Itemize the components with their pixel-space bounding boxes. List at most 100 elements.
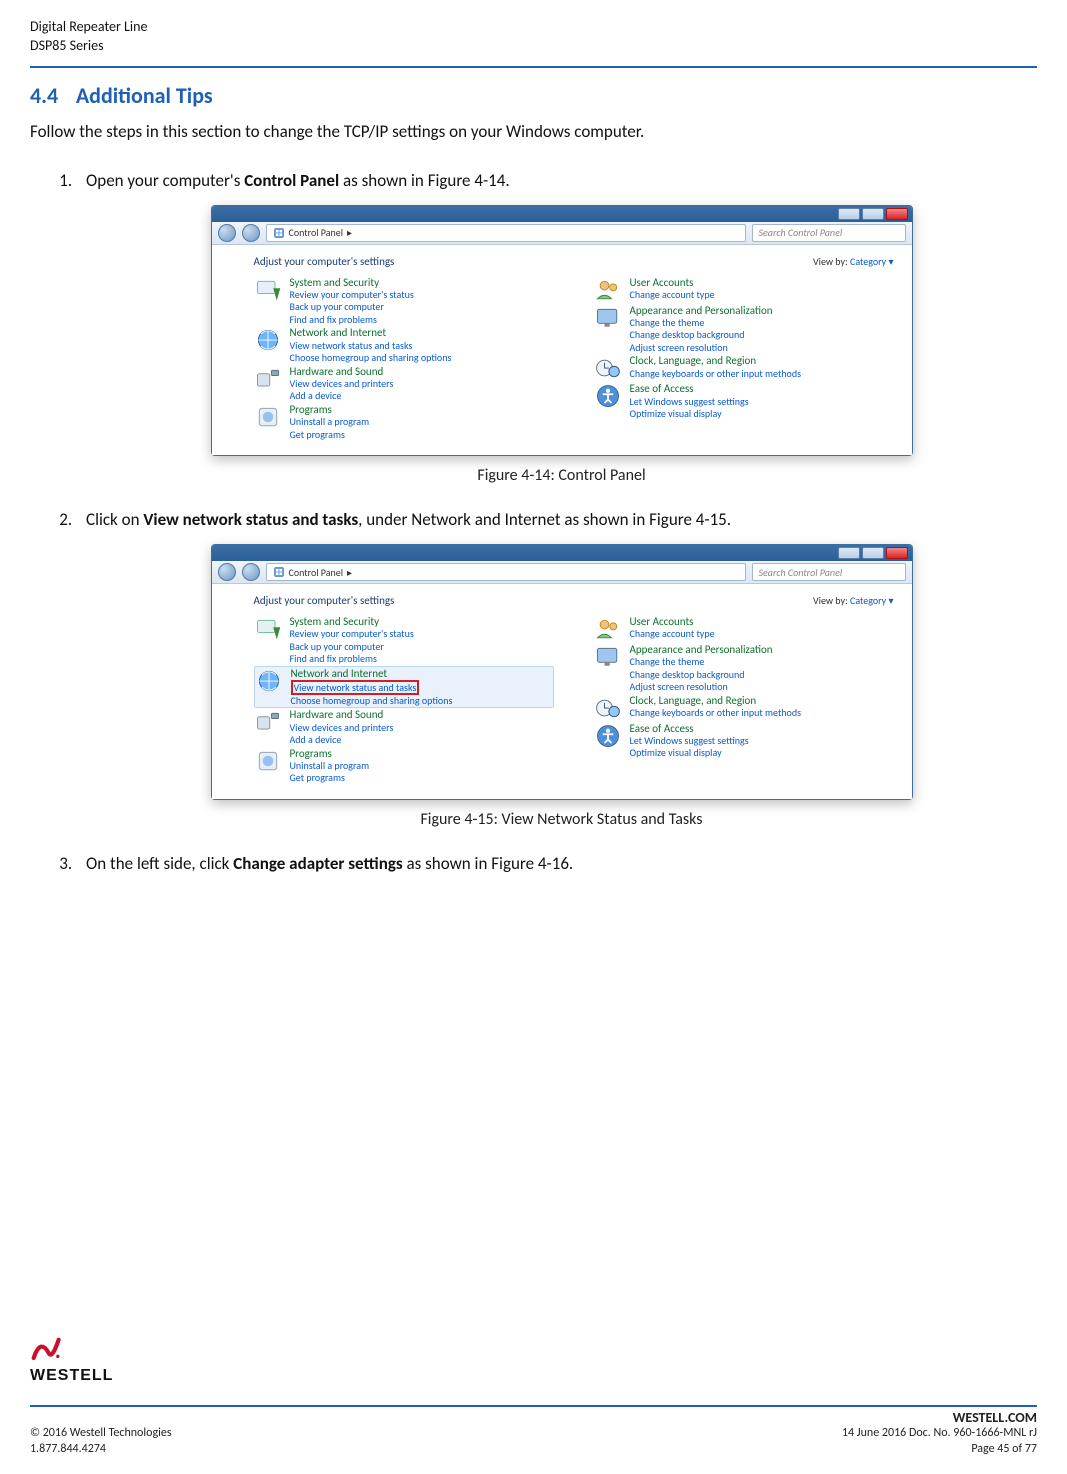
section-title: Additional Tips <box>76 82 213 109</box>
cp-head[interactable]: Ease of Access <box>630 722 749 735</box>
footer-copyright: © 2016 Westell Technologies <box>30 1426 172 1440</box>
ease-of-access-icon <box>594 382 622 410</box>
cp-head[interactable]: System and Security <box>290 276 414 289</box>
cp-sub[interactable]: Change account type <box>630 628 715 641</box>
hardware-sound-icon <box>254 708 282 736</box>
window-minimize-button[interactable] <box>838 547 860 559</box>
cp-head[interactable]: User Accounts <box>630 276 715 289</box>
page-footer: WESTELL © 2016 Westell Technologies WEST… <box>30 1369 1037 1456</box>
step-2: Click on View network status and tasks, … <box>76 509 1037 829</box>
cp-sub[interactable]: Change account type <box>630 289 715 302</box>
user-accounts-icon <box>594 276 622 304</box>
cp-head[interactable]: Network and Internet <box>290 326 452 339</box>
figure-4-14-caption: Figure 4-14: Control Panel <box>477 466 645 485</box>
cp-item-clock-language: Clock, Language, and Region Change keybo… <box>594 694 894 722</box>
breadcrumb-sep-icon: ▸ <box>347 566 352 579</box>
window-address-bar: Control Panel ▸ Search Control Panel <box>212 561 912 584</box>
nav-back-button[interactable] <box>218 563 236 581</box>
cp-head[interactable]: Clock, Language, and Region <box>630 354 801 367</box>
window-maximize-button[interactable] <box>862 208 884 220</box>
cp-sub[interactable]: Choose homegroup and sharing options <box>290 352 452 365</box>
step-1-post: as shown in Figure 4-14. <box>339 170 510 191</box>
breadcrumb[interactable]: Control Panel ▸ <box>266 224 746 242</box>
cp-item-programs: Programs Uninstall a program Get program… <box>254 403 554 441</box>
doc-header-line1: Digital Repeater Line <box>30 18 1037 37</box>
cp-item-system-security: System and Security Review your computer… <box>254 276 554 327</box>
cp-sub[interactable]: Change the theme <box>630 656 773 669</box>
nav-forward-button[interactable] <box>242 563 260 581</box>
cp-head[interactable]: Hardware and Sound <box>290 708 394 721</box>
programs-icon <box>254 747 282 775</box>
footer-phone: 1.877.844.4274 <box>30 1442 106 1456</box>
cp-sub[interactable]: Optimize visual display <box>630 747 749 760</box>
cp-sub[interactable]: Choose homegroup and sharing options <box>291 695 453 708</box>
step-1-pre: Open your computer's <box>86 170 244 191</box>
cp-item-appearance: Appearance and Personalization Change th… <box>594 643 894 694</box>
cp-head[interactable]: Clock, Language, and Region <box>630 694 801 707</box>
appearance-icon <box>594 643 622 671</box>
cp-sub[interactable]: Find and fix problems <box>290 653 414 666</box>
step-2-pre: Click on <box>86 509 143 530</box>
cp-item-hardware-sound: Hardware and Sound View devices and prin… <box>254 708 554 746</box>
cp-sub[interactable]: Adjust screen resolution <box>630 681 773 694</box>
cp-item-ease-of-access: Ease of Access Let Windows suggest setti… <box>594 722 894 760</box>
view-by-label: View by: <box>813 594 848 607</box>
section-intro: Follow the steps in this section to chan… <box>30 121 1037 142</box>
cp-head[interactable]: Hardware and Sound <box>290 365 394 378</box>
cp-head[interactable]: Ease of Access <box>630 382 749 395</box>
user-accounts-icon <box>594 615 622 643</box>
cp-sub[interactable]: Adjust screen resolution <box>630 342 773 355</box>
view-by-dropdown[interactable]: Category ▾ <box>850 255 894 268</box>
search-input[interactable]: Search Control Panel <box>752 224 906 242</box>
cp-sub[interactable]: Change keyboards or other input methods <box>630 707 801 720</box>
cp-sub[interactable]: Get programs <box>290 772 370 785</box>
window-titlebar <box>212 206 912 222</box>
cp-sub-highlighted[interactable]: View network status and tasks <box>291 680 453 695</box>
cp-sub[interactable]: Add a device <box>290 390 394 403</box>
cp-sub[interactable]: Uninstall a program <box>290 416 370 429</box>
cp-head[interactable]: Network and Internet <box>291 667 453 680</box>
cp-sub[interactable]: Add a device <box>290 734 394 747</box>
clock-language-icon <box>594 354 622 382</box>
breadcrumb-text: Control Panel <box>289 226 344 239</box>
adjust-settings-label: Adjust your computer's settings <box>254 255 395 268</box>
cp-item-ease-of-access: Ease of Access Let Windows suggest setti… <box>594 382 894 420</box>
breadcrumb-sep-icon: ▸ <box>347 226 352 239</box>
footer-page: Page 45 of 77 <box>971 1442 1037 1456</box>
window-address-bar: Control Panel ▸ Search Control Panel <box>212 222 912 245</box>
nav-forward-button[interactable] <box>242 224 260 242</box>
programs-icon <box>254 403 282 431</box>
cp-sub[interactable]: Get programs <box>290 429 370 442</box>
window-close-button[interactable] <box>886 547 908 559</box>
view-by-label: View by: <box>813 255 848 268</box>
nav-back-button[interactable] <box>218 224 236 242</box>
cp-sub-view-network-status[interactable]: View network status and tasks <box>291 680 420 695</box>
cp-sub[interactable]: Change keyboards or other input methods <box>630 368 801 381</box>
footer-logo-text: WESTELL <box>30 1367 1037 1385</box>
window-minimize-button[interactable] <box>838 208 860 220</box>
cp-item-hardware-sound: Hardware and Sound View devices and prin… <box>254 365 554 403</box>
cp-sub[interactable]: Optimize visual display <box>630 408 749 421</box>
cp-item-network-internet: Network and Internet View network status… <box>254 326 554 364</box>
footer-docline: 14 June 2016 Doc. No. 960-1666-MNL rJ <box>842 1426 1037 1440</box>
cp-item-user-accounts: User Accounts Change account type <box>594 276 894 304</box>
cp-head[interactable]: Appearance and Personalization <box>630 304 773 317</box>
breadcrumb[interactable]: Control Panel ▸ <box>266 563 746 581</box>
view-by-dropdown[interactable]: Category ▾ <box>850 594 894 607</box>
cp-sub[interactable]: Review your computer's status <box>290 628 414 641</box>
window-maximize-button[interactable] <box>862 547 884 559</box>
header-rule <box>30 66 1037 68</box>
ease-of-access-icon <box>594 722 622 750</box>
system-security-icon <box>254 276 282 304</box>
network-internet-icon <box>254 326 282 354</box>
step-1-bold: Control Panel <box>244 170 339 191</box>
step-3-bold: Change adapter settings <box>233 853 402 874</box>
footer-logo: WESTELL <box>30 1333 1037 1385</box>
appearance-icon <box>594 304 622 332</box>
window-close-button[interactable] <box>886 208 908 220</box>
adjust-settings-label: Adjust your computer's settings <box>254 594 395 607</box>
search-input[interactable]: Search Control Panel <box>752 563 906 581</box>
cp-head[interactable]: Programs <box>290 747 370 760</box>
step-2-bold: View network status and tasks <box>143 509 358 530</box>
cp-sub[interactable]: Find and fix problems <box>290 314 414 327</box>
